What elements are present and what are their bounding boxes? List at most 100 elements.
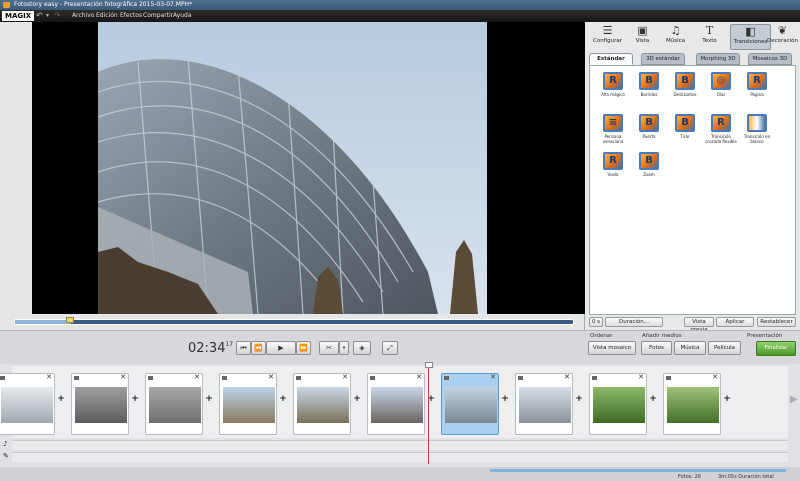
fullscreen-button[interactable]: ⤢ bbox=[382, 341, 398, 355]
scroll-right-icon[interactable]: ▶ bbox=[790, 394, 798, 405]
seek-handle[interactable] bbox=[66, 317, 74, 323]
insert-plus-icon[interactable]: + bbox=[723, 394, 731, 404]
insert-plus-icon[interactable]: + bbox=[575, 394, 583, 404]
narration-track[interactable] bbox=[12, 452, 788, 462]
transition-puerta[interactable]: B Puerta bbox=[631, 114, 667, 139]
subtab-morphing-3d[interactable]: Morphing 3D bbox=[696, 53, 740, 65]
transition-label: Persiana veneciana bbox=[602, 134, 624, 144]
tab-decoracion[interactable]: ❦ Decoración bbox=[762, 24, 800, 50]
insert-plus-icon[interactable]: + bbox=[131, 394, 139, 404]
apply-button[interactable]: Aplicar bbox=[716, 317, 754, 327]
transition-tirar[interactable]: B Tirar bbox=[667, 114, 703, 139]
duration-button[interactable]: Duración... bbox=[605, 317, 663, 327]
duration-value-field[interactable]: 0 s bbox=[589, 317, 603, 327]
transition-label: Transición cruzada flexible bbox=[705, 134, 737, 144]
close-icon[interactable]: ✕ bbox=[46, 374, 52, 381]
time-main: 02:34 bbox=[188, 341, 226, 356]
fast-forward-button[interactable]: ⏩ bbox=[296, 341, 311, 355]
menu-archivo[interactable]: Archivo bbox=[72, 10, 94, 22]
subtab-3d-estandar[interactable]: 3D estándar bbox=[641, 53, 685, 65]
preview-button[interactable]: Vista previa bbox=[684, 317, 714, 333]
music-track[interactable] bbox=[12, 440, 788, 450]
close-icon[interactable]: ✕ bbox=[490, 374, 496, 381]
status-progress bbox=[490, 469, 786, 472]
redo-icon[interactable]: ↷ bbox=[54, 11, 61, 21]
transition-barridos[interactable]: B Barridos bbox=[631, 72, 667, 97]
tab-label: Configurar bbox=[592, 38, 623, 44]
transition-thumb: R bbox=[711, 114, 731, 132]
status-bar: Fotos: 26 3m:05s Duración total bbox=[0, 467, 800, 481]
clip-2[interactable]: ✕ bbox=[71, 373, 129, 435]
marker-button[interactable]: ◈ bbox=[353, 341, 371, 355]
transition-label: Zoom bbox=[643, 172, 655, 177]
menu-efectos[interactable]: Efectos bbox=[120, 10, 142, 22]
menu-ayuda[interactable]: Ayuda bbox=[173, 10, 192, 22]
undo-icon[interactable]: ↶ bbox=[36, 11, 43, 21]
seek-bar[interactable] bbox=[14, 319, 574, 325]
transition-vuelo[interactable]: R Vuelo bbox=[595, 152, 631, 177]
rewind-button[interactable]: ⏪ bbox=[251, 341, 266, 355]
playhead-handle[interactable] bbox=[425, 362, 433, 368]
play-button[interactable]: ▶ bbox=[266, 341, 296, 355]
go-start-button[interactable]: ⏮ bbox=[236, 341, 251, 355]
close-icon[interactable]: ✕ bbox=[194, 374, 200, 381]
add-movie-button[interactable]: Película bbox=[708, 341, 741, 355]
clip-3[interactable]: ✕ bbox=[145, 373, 203, 435]
transition-cruzada-flexible[interactable]: R Transición cruzada flexible bbox=[703, 114, 739, 144]
timecode: 02:3417 bbox=[188, 341, 233, 356]
close-icon[interactable]: ✕ bbox=[638, 374, 644, 381]
clip-4[interactable]: ✕ bbox=[219, 373, 277, 435]
transition-persiana-veneciana[interactable]: ≡ Persiana veneciana bbox=[595, 114, 631, 144]
transition-pagina[interactable]: R Página bbox=[739, 72, 775, 97]
reset-button[interactable]: Restablecer bbox=[757, 317, 796, 327]
finish-button[interactable]: Finalizar bbox=[756, 341, 796, 356]
clip-8[interactable]: ✕ bbox=[515, 373, 573, 435]
mosaic-view-button[interactable]: Vista mosaico bbox=[588, 341, 636, 355]
undo-dropdown-icon[interactable]: ▾ bbox=[46, 11, 49, 21]
clip-thumbnail bbox=[519, 387, 571, 423]
transition-label: Tirar bbox=[680, 134, 690, 139]
tab-label: Texto bbox=[702, 38, 717, 44]
insert-plus-icon[interactable]: + bbox=[353, 394, 361, 404]
clip-5[interactable]: ✕ bbox=[293, 373, 351, 435]
playback-controls: 02:3417 ⏮ ⏪ ▶ ⏩ ✂ ▾ ◈ ⤢ Ordenar Vista mo… bbox=[0, 330, 800, 364]
app-icon bbox=[3, 2, 10, 8]
transition-alfa-magico[interactable]: R Alfa mágico bbox=[595, 72, 631, 97]
clip-marker-icon bbox=[592, 376, 597, 380]
close-icon[interactable]: ✕ bbox=[564, 374, 570, 381]
insert-plus-icon[interactable]: + bbox=[279, 394, 287, 404]
clip-10[interactable]: ✕ bbox=[663, 373, 721, 435]
close-icon[interactable]: ✕ bbox=[712, 374, 718, 381]
menu-edicion[interactable]: Edición bbox=[96, 10, 118, 22]
clip-thumbnail bbox=[445, 387, 497, 423]
transition-label: Barridos bbox=[640, 92, 658, 97]
insert-plus-icon[interactable]: + bbox=[57, 394, 65, 404]
clip-6[interactable]: ✕ bbox=[367, 373, 425, 435]
transition-en-blanco[interactable]: ​ Transición en blanco bbox=[739, 114, 775, 144]
close-icon[interactable]: ✕ bbox=[416, 374, 422, 381]
close-icon[interactable]: ✕ bbox=[268, 374, 274, 381]
transition-thumb: B bbox=[639, 114, 659, 132]
clip-1[interactable]: ✕ bbox=[0, 373, 55, 435]
transition-zoom[interactable]: B Zoom bbox=[631, 152, 667, 177]
subtab-mosaicos-3d[interactable]: Mosaicos 3D bbox=[748, 53, 792, 65]
tab-texto[interactable]: T Texto bbox=[689, 24, 730, 50]
insert-plus-icon[interactable]: + bbox=[649, 394, 657, 404]
close-icon[interactable]: ✕ bbox=[342, 374, 348, 381]
presentation-group-label: Presentación bbox=[747, 333, 783, 339]
clip-9[interactable]: ✕ bbox=[589, 373, 647, 435]
add-photos-button[interactable]: Fotos bbox=[641, 341, 672, 355]
close-icon[interactable]: ✕ bbox=[120, 374, 126, 381]
clip-thumbnail bbox=[371, 387, 423, 423]
insert-plus-icon[interactable]: + bbox=[501, 394, 509, 404]
menu-compartir[interactable]: Compartir bbox=[143, 10, 173, 22]
transition-olas[interactable]: ◎ Olas bbox=[703, 72, 739, 97]
cut-button[interactable]: ✂ bbox=[319, 341, 339, 355]
transition-deslizantes[interactable]: B Deslizantes bbox=[667, 72, 703, 97]
insert-plus-icon[interactable]: + bbox=[205, 394, 213, 404]
add-music-button[interactable]: Música bbox=[674, 341, 706, 355]
cut-dropdown-button[interactable]: ▾ bbox=[339, 341, 349, 355]
sort-group-label: Ordenar bbox=[590, 333, 613, 339]
subtab-estandar[interactable]: Estándar bbox=[589, 53, 633, 65]
clip-7[interactable]: ✕ bbox=[441, 373, 499, 435]
